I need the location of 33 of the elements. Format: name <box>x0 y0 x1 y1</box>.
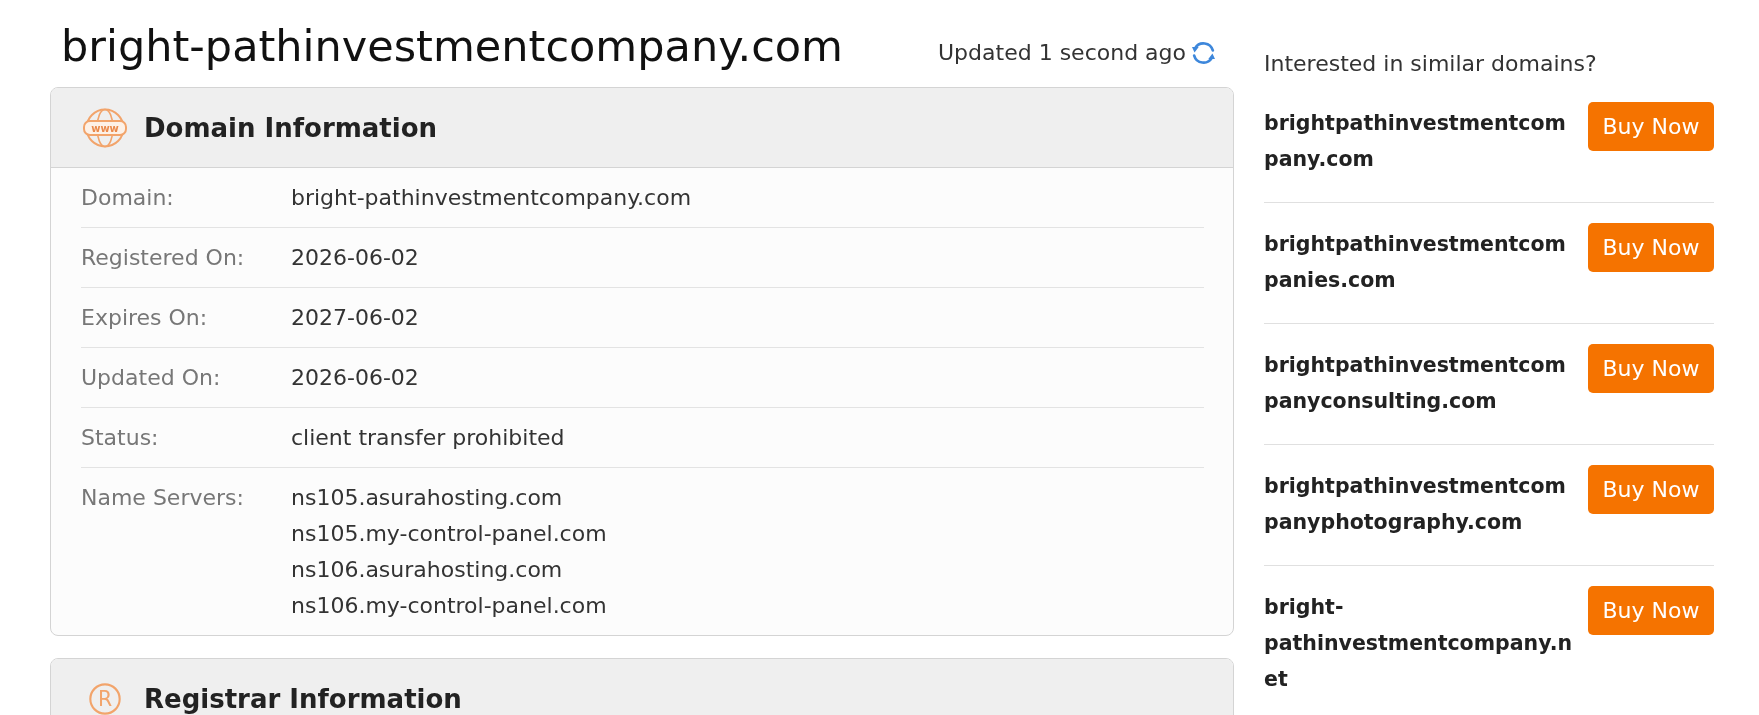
field-label: Registered On: <box>81 244 246 272</box>
buy-now-button[interactable]: Buy Now <box>1588 465 1714 514</box>
field-label: Name Servers: <box>81 484 245 512</box>
field-label: Status: <box>81 424 160 452</box>
field-value: client transfer prohibited <box>291 424 565 452</box>
refresh-icon[interactable] <box>1192 42 1215 64</box>
field-value: 2026-06-02 <box>291 364 419 392</box>
field-label: Updated On: <box>81 364 222 392</box>
field-value: 2026-06-02 <box>291 244 419 272</box>
field-value: bright-pathinvestmentcompany.com <box>291 184 692 212</box>
buy-now-button[interactable]: Buy Now <box>1588 102 1714 151</box>
suggested-domain-name: brightpathinvestmentcompanyconsulting.com <box>1264 352 1567 415</box>
buy-now-button[interactable]: Buy Now <box>1588 586 1714 635</box>
card-title: Domain Information <box>144 112 438 143</box>
suggested-domain-name: brightpathinvestmentcompanies.com <box>1264 231 1567 294</box>
buy-now-button[interactable]: Buy Now <box>1588 223 1714 272</box>
field-value: 2027-06-02 <box>291 304 419 332</box>
suggested-domain-name: brightpathinvestmentcompany.com <box>1264 110 1567 173</box>
field-value: ns106.my-control-panel.com <box>291 592 607 620</box>
suggested-domain-name: brightpathinvestmentcompanyphotography.com <box>1264 473 1567 536</box>
circled-r-icon: R <box>89 682 121 715</box>
domain-title: bright-pathinvestmentcompany.com <box>61 21 843 71</box>
www-globe-icon: www <box>83 107 127 148</box>
similar-domains-heading: Interested in similar domains? <box>1264 50 1598 78</box>
field-label: Expires On: <box>81 304 209 332</box>
card-title: Registrar Information <box>144 683 462 714</box>
field-value: ns105.asurahosting.com <box>291 484 563 512</box>
field-value: ns105.my-control-panel.com <box>291 520 607 548</box>
field-label: Domain: <box>81 184 175 212</box>
updated-time-text: Updated 1 second ago <box>938 39 1186 67</box>
field-value: ns106.asurahosting.com <box>291 556 563 584</box>
suggested-domain-name: bright-pathinvestmentcompany.net <box>1264 594 1573 693</box>
buy-now-button[interactable]: Buy Now <box>1588 344 1714 393</box>
